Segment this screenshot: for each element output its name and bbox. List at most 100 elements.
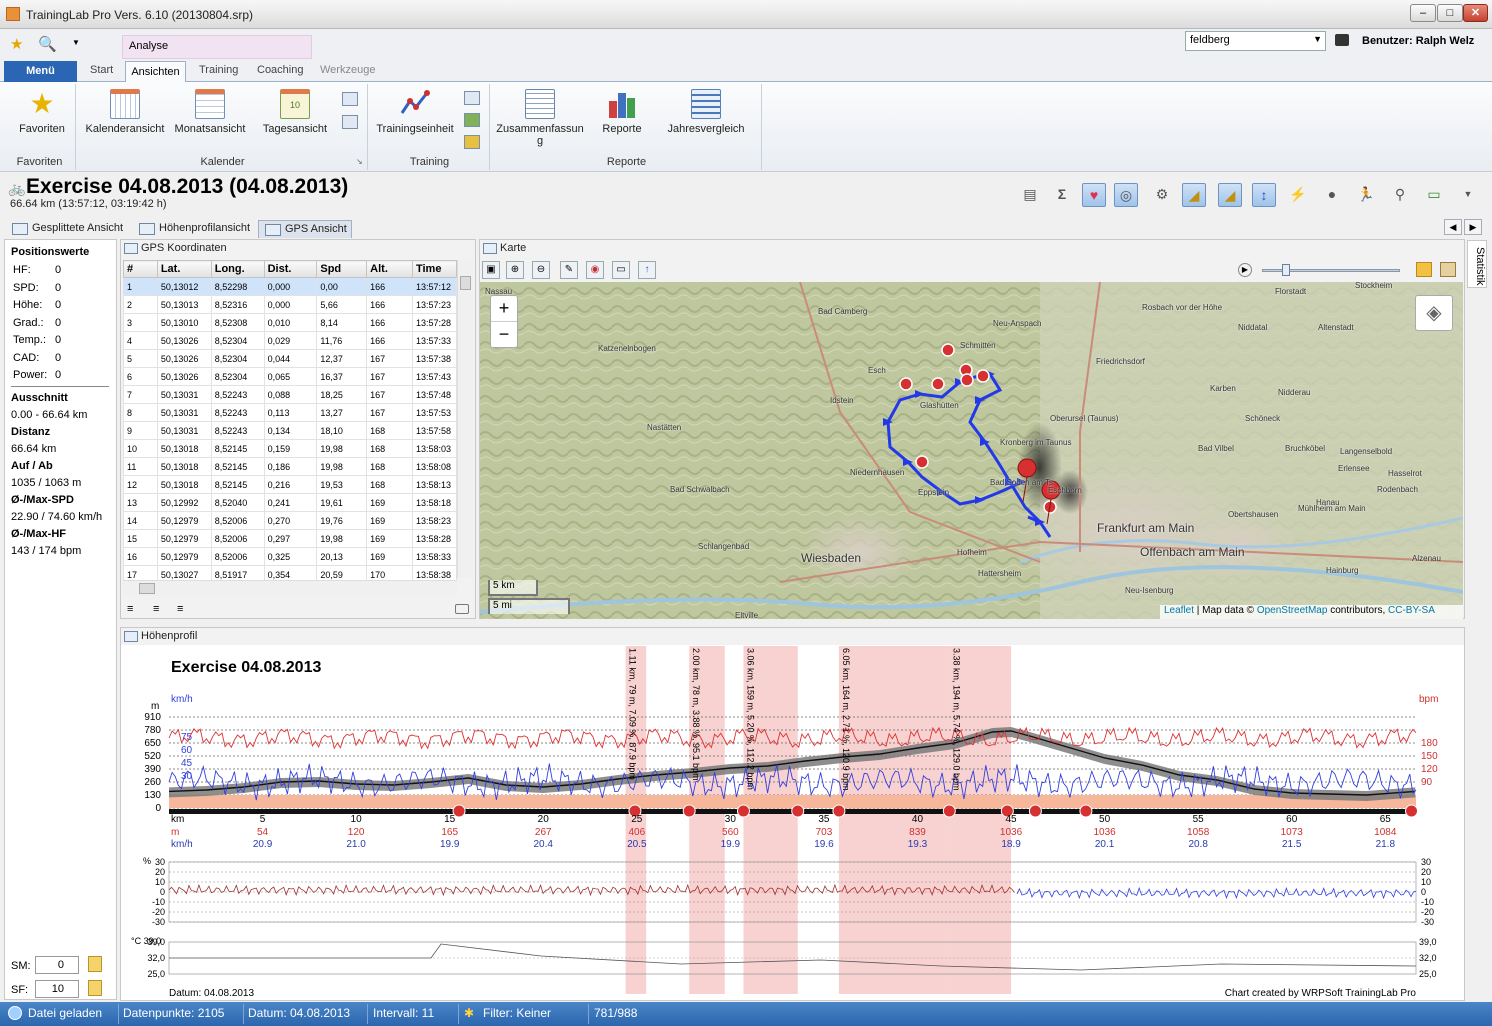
table-row[interactable]: 15 50,12979 8,52006 0,297 19,98 169 13:58:28 <box>123 529 458 548</box>
lap-marker-icon[interactable] <box>941 343 955 357</box>
column-header[interactable]: Spd <box>316 260 368 278</box>
table-row[interactable]: 9 50,13031 8,52243 0,134 18,10 168 13:57:58 <box>123 421 458 440</box>
dialog-launcher-icon[interactable]: ↘ <box>356 157 363 166</box>
table-row[interactable]: 16 50,12979 8,52006 0,325 20,13 169 13:58:33 <box>123 547 458 566</box>
tab-gesplittete-ansicht[interactable]: Gesplittete Ansicht <box>6 220 127 238</box>
maximize-button[interactable]: □ <box>1437 4 1463 22</box>
column-header[interactable]: Lat. <box>156 260 212 278</box>
lap-marker-icon[interactable] <box>1028 804 1042 818</box>
scrollbar-thumb[interactable] <box>460 276 471 290</box>
tab-coaching[interactable]: Coaching <box>257 64 303 76</box>
column-header[interactable]: # <box>123 260 158 278</box>
minimize-button[interactable]: – <box>1410 4 1436 22</box>
filter-icon[interactable]: ✱ <box>464 1006 474 1020</box>
image-export-icon[interactable] <box>1440 262 1456 277</box>
temperature-icon[interactable]: ↕ <box>1252 183 1276 207</box>
table-row[interactable]: 2 50,13013 8,52316 0,000 5,66 166 13:57:23 <box>123 295 458 314</box>
folder-icon[interactable] <box>88 956 102 972</box>
tab-werkzeuge[interactable]: Werkzeuge <box>320 64 375 76</box>
scrollbar-thumb[interactable] <box>139 583 155 594</box>
sum-icon[interactable]: Σ <box>1050 183 1074 207</box>
lap-marker-icon[interactable] <box>915 455 929 469</box>
chart-icon[interactable]: ▭ <box>1422 183 1446 207</box>
chevron-down-icon[interactable]: ▼ <box>1313 34 1322 44</box>
map-view[interactable]: Bad Camberg Neu-Anspach Rosbach vor der Hö… <box>480 282 1463 619</box>
table-row[interactable]: 3 50,13010 8,52308 0,010 8,14 166 13:57:28 <box>123 313 458 332</box>
gauge-icon[interactable]: ◎ <box>1114 183 1138 207</box>
lap-marker-icon[interactable] <box>736 804 750 818</box>
leaflet-link[interactable]: Leaflet <box>1164 605 1194 616</box>
folder-icon[interactable] <box>88 980 102 996</box>
shoe-icon[interactable]: ● <box>1320 183 1344 207</box>
reporte-button[interactable]: Reporte <box>592 89 652 135</box>
lap-marker-icon[interactable] <box>899 377 913 391</box>
status-filter[interactable]: Filter: Keiner <box>483 1006 551 1020</box>
table-row[interactable]: 11 50,13018 8,52145 0,186 19,98 168 13:58:08 <box>123 457 458 476</box>
lap-marker-icon[interactable] <box>942 804 956 818</box>
column-header[interactable]: Time <box>411 260 458 278</box>
profile-chart[interactable]: Exercise 04.08.2013mkm/h bpm0130260390520… <box>121 646 1464 1001</box>
list-view-icon[interactable] <box>342 92 358 106</box>
kalenderansicht-button[interactable]: Kalenderansicht <box>84 89 166 135</box>
vertical-scrollbar[interactable] <box>457 260 473 578</box>
table-row[interactable]: 10 50,13018 8,52145 0,159 19,98 168 13:58:03 <box>123 439 458 458</box>
sf-input[interactable]: 10 <box>35 980 79 998</box>
north-arrow-icon[interactable]: ↑ <box>638 261 656 279</box>
table-row[interactable]: 6 50,13026 8,52304 0,065 16,37 167 13:57:43 <box>123 367 458 386</box>
print-icon[interactable] <box>342 115 358 129</box>
chevron-down-icon[interactable]: ▼ <box>1456 183 1480 207</box>
align-center-icon[interactable]: ≡ <box>153 603 159 615</box>
zusammenfassung-button[interactable]: Zusammenfassung <box>496 89 584 147</box>
align-left-icon[interactable]: ≡ <box>127 603 133 615</box>
camera-icon[interactable]: ▭ <box>612 261 630 279</box>
edit-chart-icon[interactable] <box>464 135 480 149</box>
profile-select[interactable]: feldberg ▼ <box>1185 31 1326 51</box>
play-icon[interactable]: ▶ <box>1238 263 1252 277</box>
power-icon[interactable]: ⚡ <box>1286 183 1310 207</box>
table-row[interactable]: 14 50,12979 8,52006 0,270 19,76 169 13:58:23 <box>123 511 458 530</box>
altitude-icon[interactable]: ◢ <box>1182 183 1206 207</box>
table-row[interactable]: 8 50,13031 8,52243 0,113 13,27 167 13:57:53 <box>123 403 458 422</box>
map-zoom-in-button[interactable]: + <box>491 296 517 322</box>
lap-marker-icon[interactable] <box>960 373 974 387</box>
trainingseinheit-button[interactable]: Trainingseinheit <box>374 89 456 135</box>
zoom-out-icon[interactable]: ⊖ <box>532 261 550 279</box>
measure-icon[interactable]: ✎ <box>560 261 578 279</box>
layers-icon[interactable]: ◈ <box>1415 295 1453 331</box>
fit-route-icon[interactable]: ▣ <box>482 261 500 279</box>
table-row[interactable]: 7 50,13031 8,52243 0,088 18,25 167 13:57:48 <box>123 385 458 404</box>
bar-chart-icon[interactable] <box>464 113 480 127</box>
lap-marker-icon[interactable] <box>832 804 846 818</box>
lap-marker-icon[interactable] <box>1079 804 1093 818</box>
scroll-left-button[interactable]: ◀ <box>1444 219 1462 235</box>
license-link[interactable]: CC-BY-SA <box>1388 605 1435 616</box>
table-row[interactable]: 5 50,13026 8,52304 0,044 12,37 167 13:57:38 <box>123 349 458 368</box>
tab-training[interactable]: Training <box>199 64 238 76</box>
slope-icon[interactable]: ◢ <box>1218 183 1242 207</box>
lap-marker-icon[interactable]: ◉ <box>586 261 604 279</box>
table-row[interactable]: 13 50,12992 8,52040 0,241 19,61 169 13:58:18 <box>123 493 458 512</box>
align-right-icon[interactable]: ≡ <box>177 603 183 615</box>
scroll-right-button[interactable]: ▶ <box>1464 219 1482 235</box>
folder-up-icon[interactable] <box>1416 262 1432 277</box>
menu-button[interactable]: Menü <box>4 61 77 82</box>
tab-ansichten[interactable]: Ansichten <box>125 61 186 83</box>
runner-icon[interactable]: 🏃 <box>1354 183 1378 207</box>
slider-thumb[interactable] <box>1282 264 1290 276</box>
tagesansicht-button[interactable]: 10 Tagesansicht <box>256 89 334 135</box>
lap-marker-icon[interactable] <box>1405 804 1419 818</box>
camera-icon[interactable] <box>455 604 469 614</box>
tab-start[interactable]: Start <box>90 64 113 76</box>
sm-input[interactable]: 0 <box>35 956 79 974</box>
column-header[interactable]: Dist. <box>263 260 318 278</box>
heart-icon[interactable]: ♥ <box>1082 183 1106 207</box>
table-icon[interactable]: ▤ <box>1018 183 1042 207</box>
statistik-tab[interactable]: Statistik <box>1467 240 1487 288</box>
table-row[interactable]: 4 50,13026 8,52304 0,029 11,76 166 13:57:33 <box>123 331 458 350</box>
gear-icon[interactable]: ⚙ <box>1150 183 1174 207</box>
table-row[interactable]: 1 50,13012 8,52298 0,000 0,00 166 13:57:12 <box>123 277 458 296</box>
import-icon[interactable] <box>464 91 480 105</box>
lap-marker-icon[interactable] <box>682 804 696 818</box>
jahresvergleich-button[interactable]: Jahresvergleich <box>664 89 748 135</box>
zoom-icon[interactable]: ⚲ <box>1388 183 1412 207</box>
